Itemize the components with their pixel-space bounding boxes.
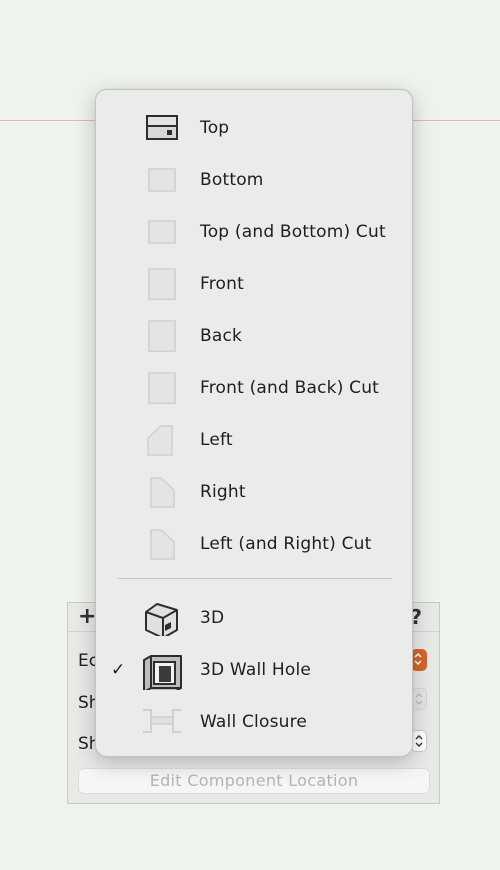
popup-stepper-2[interactable] [411,688,427,710]
checkmark-icon: ✓ [111,660,126,680]
back-view-icon [148,320,176,352]
menu-item-label: 3D Wall Hole [200,660,312,680]
menu-item-label: Right [200,482,246,502]
top-bottom-cut-icon [148,220,176,244]
menu-item-label: Wall Closure [200,712,308,732]
menu-item-wall-closure[interactable]: Wall Closure [96,696,412,748]
menu-item-label: Bottom [200,170,264,190]
add-icon[interactable]: + [78,605,96,629]
edit-component-location-button[interactable]: Edit Component Location [78,768,430,794]
chevron-updown-icon [415,693,423,705]
menu-item-label: Left [200,430,233,450]
menu-item-top-bottom-cut[interactable]: Top (and Bottom) Cut [96,206,412,258]
top-view-icon [146,115,178,140]
menu-item-3d-wall-hole[interactable]: ✓ 3D Wall Hole [96,644,412,696]
menu-item-label: Front [200,274,244,294]
menu-item-label: Top [200,118,230,138]
popup-stepper-1[interactable] [411,649,427,671]
3d-house-icon [145,603,178,636]
front-back-cut-icon [148,372,176,404]
menu-item-back[interactable]: Back [96,310,412,362]
3d-wall-hole-icon [143,655,182,690]
menu-item-top[interactable]: Top [96,102,412,154]
menu-item-label: Top (and Bottom) Cut [200,222,386,242]
wall-closure-icon [143,709,181,733]
popup-stepper-3[interactable] [411,730,427,752]
left-view-icon [147,425,173,456]
front-view-icon [148,268,176,300]
view-popup-menu: Top Bottom Top (and Bottom) Cut Front Ba… [95,89,413,757]
menu-item-label: Left (and Right) Cut [200,534,372,554]
menu-item-right[interactable]: Right [96,466,412,518]
bottom-view-icon [148,168,176,192]
menu-separator [117,578,392,579]
menu-item-label: Back [200,326,243,346]
menu-item-left[interactable]: Left [96,414,412,466]
menu-item-label: Front (and Back) Cut [200,378,380,398]
menu-item-bottom[interactable]: Bottom [96,154,412,206]
chevron-updown-icon [415,735,423,747]
right-view-icon [150,477,175,508]
menu-item-front[interactable]: Front [96,258,412,310]
menu-item-front-back-cut[interactable]: Front (and Back) Cut [96,362,412,414]
chevron-updown-icon [414,652,422,666]
menu-item-3d[interactable]: 3D [96,592,412,644]
menu-item-left-right-cut[interactable]: Left (and Right) Cut [96,518,412,570]
menu-item-label: 3D [200,608,225,628]
left-right-cut-icon [150,529,175,560]
